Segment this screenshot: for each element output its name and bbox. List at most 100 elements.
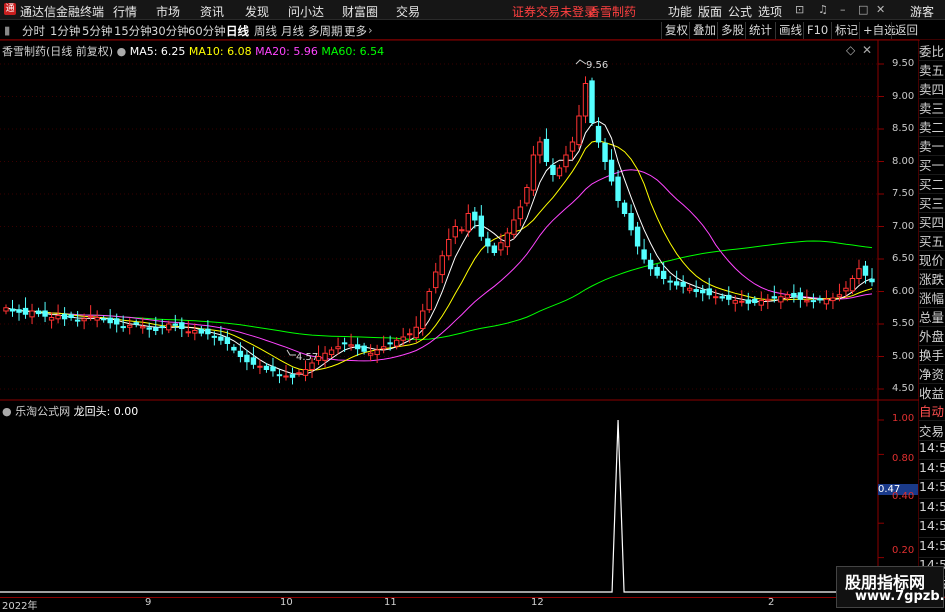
candle-body <box>263 365 270 370</box>
tab-intraday[interactable]: 分时 <box>22 23 45 39</box>
menu-item-trade[interactable]: 交易 <box>396 3 420 20</box>
tab-5min[interactable]: 5分钟 <box>82 23 112 39</box>
ma60-line <box>5 240 873 340</box>
candle-body <box>35 310 42 315</box>
bell-icon[interactable]: ♫ <box>818 3 828 16</box>
x-tick-label: 12 <box>531 597 544 608</box>
mark-button[interactable]: 标记 <box>831 22 861 39</box>
menu-item-exchange[interactable]: 市场 <box>156 3 180 20</box>
kline-chart[interactable]: 9.56 4.57 <box>0 0 945 609</box>
candle-body <box>465 213 472 232</box>
y-tick-label: 6.50 <box>892 253 915 264</box>
candle-body <box>328 349 335 356</box>
tab-weekly[interactable]: 周线 <box>254 23 277 39</box>
tab-more[interactable]: 更多 <box>344 23 367 39</box>
quote-field-label: 买一 <box>919 155 945 175</box>
menu-item-formula[interactable]: 公式 <box>728 3 752 20</box>
candle-body <box>94 317 100 321</box>
ma20-label: MA20: 5.96 <box>255 45 318 58</box>
tab-multi-period[interactable]: 多周期 <box>308 23 343 39</box>
tab-15min[interactable]: 15分钟 <box>114 23 152 39</box>
candle-body <box>185 331 192 334</box>
app-logo-icon: 通 <box>4 3 16 15</box>
f10-button[interactable]: F10 <box>803 22 831 39</box>
candle-body <box>433 271 439 289</box>
candle-body <box>745 299 751 304</box>
candle-body <box>706 288 712 296</box>
candle-body <box>641 249 647 260</box>
candle-body <box>81 318 87 322</box>
tab-60min[interactable]: 60分钟 <box>188 23 226 39</box>
menu-item-wealth[interactable]: 财富圈 <box>342 3 378 20</box>
back-button[interactable]: 返回 <box>891 22 921 39</box>
candle-body <box>309 362 315 370</box>
quote-field-label: 涨跌 <box>919 269 945 289</box>
statistics-button[interactable]: 统计 <box>745 22 775 39</box>
candle-body <box>472 211 478 221</box>
quote-field-label: 现价 <box>919 250 945 270</box>
guest-label[interactable]: 游客 <box>910 3 934 20</box>
tab-30min[interactable]: 30分钟 <box>151 23 189 39</box>
quote-field-label: 买五 <box>919 231 945 251</box>
quote-field-label: 收益 <box>919 383 945 403</box>
shirt-icon[interactable]: ⊡ <box>795 3 804 16</box>
candle-body <box>524 187 530 204</box>
candle-body <box>211 335 218 338</box>
maximize-icon[interactable]: □ <box>858 3 868 16</box>
tab-daily[interactable]: 日线 <box>226 23 249 39</box>
menu-item-layout[interactable]: 版面 <box>698 3 722 20</box>
menu-item-market[interactable]: 行情 <box>113 3 137 20</box>
candle-body <box>569 141 576 152</box>
sidebar-toggle-icon[interactable]: ▮ <box>4 23 10 37</box>
menu-bar: 通 通达信金融终端 行情 市场 资讯 发现 问小达 财富圈 交易 证券交易未登录… <box>0 0 945 20</box>
menu-item-news[interactable]: 资讯 <box>200 3 224 20</box>
overlay-button[interactable]: 叠加 <box>689 22 719 39</box>
menu-item-discover[interactable]: 发现 <box>245 3 269 20</box>
minimize-icon[interactable]: – <box>840 3 846 16</box>
candle-body <box>205 328 211 335</box>
quote-field-label: 卖五 <box>919 60 945 80</box>
chevron-right-icon[interactable]: › <box>368 23 373 37</box>
candle-body <box>719 296 725 299</box>
candle-body <box>504 232 511 248</box>
candle-body <box>413 326 419 339</box>
trade-login-notice[interactable]: 证券交易未登录 <box>512 3 596 20</box>
watermark-url: www.7gpzb.com <box>855 589 945 604</box>
trade-time-label: 14:56 <box>919 479 945 499</box>
candle-body <box>517 206 524 220</box>
candle-body <box>237 350 244 357</box>
multi-stock-button[interactable]: 多股 <box>717 22 747 39</box>
candle-body <box>498 242 504 251</box>
trade-mode-label[interactable]: 自动 <box>919 401 945 421</box>
candle-body <box>686 287 693 291</box>
draw-line-button[interactable]: 画线 <box>775 22 805 39</box>
settings-circle-icon[interactable]: ● <box>2 405 12 418</box>
quote-field-label: 卖三 <box>919 98 945 118</box>
candle-body <box>732 300 738 304</box>
candle-body <box>3 307 9 312</box>
high-price-pointer <box>575 59 587 65</box>
adjust-button[interactable]: 复权 <box>661 22 691 39</box>
close-indicator-icon[interactable]: ✕ <box>862 43 872 57</box>
candle-body <box>673 281 680 286</box>
candle-body <box>127 324 133 328</box>
settings-gear-icon[interactable]: ◇ <box>846 43 855 57</box>
tab-monthly[interactable]: 月线 <box>281 23 304 39</box>
candle-body <box>289 374 296 378</box>
settings-circle-icon[interactable]: ● <box>117 45 127 58</box>
candle-body <box>700 289 706 294</box>
quote-side-panel: 委比 卖五 卖四 卖三 卖二 卖一 买一 买二 买三 买四 买五 现价 涨跌 涨幅 总量 外盘 换手 净资 收益 <box>919 41 945 403</box>
candle-body <box>348 344 354 347</box>
menu-item-options[interactable]: 选项 <box>758 3 782 20</box>
candle-body <box>849 278 856 292</box>
menu-item-function[interactable]: 功能 <box>668 3 692 20</box>
candle-body <box>608 159 615 182</box>
candle-body <box>244 354 250 363</box>
menu-item-ask[interactable]: 问小达 <box>288 3 324 20</box>
sub-chart-legend: ● 乐淘公式网 龙回头: 0.00 <box>2 403 138 419</box>
close-icon[interactable]: ✕ <box>876 3 885 16</box>
tab-1min[interactable]: 1分钟 <box>50 23 80 39</box>
candle-body <box>166 323 172 331</box>
trade-mode-label[interactable]: 交易 <box>919 421 945 441</box>
candle-body <box>68 314 74 318</box>
